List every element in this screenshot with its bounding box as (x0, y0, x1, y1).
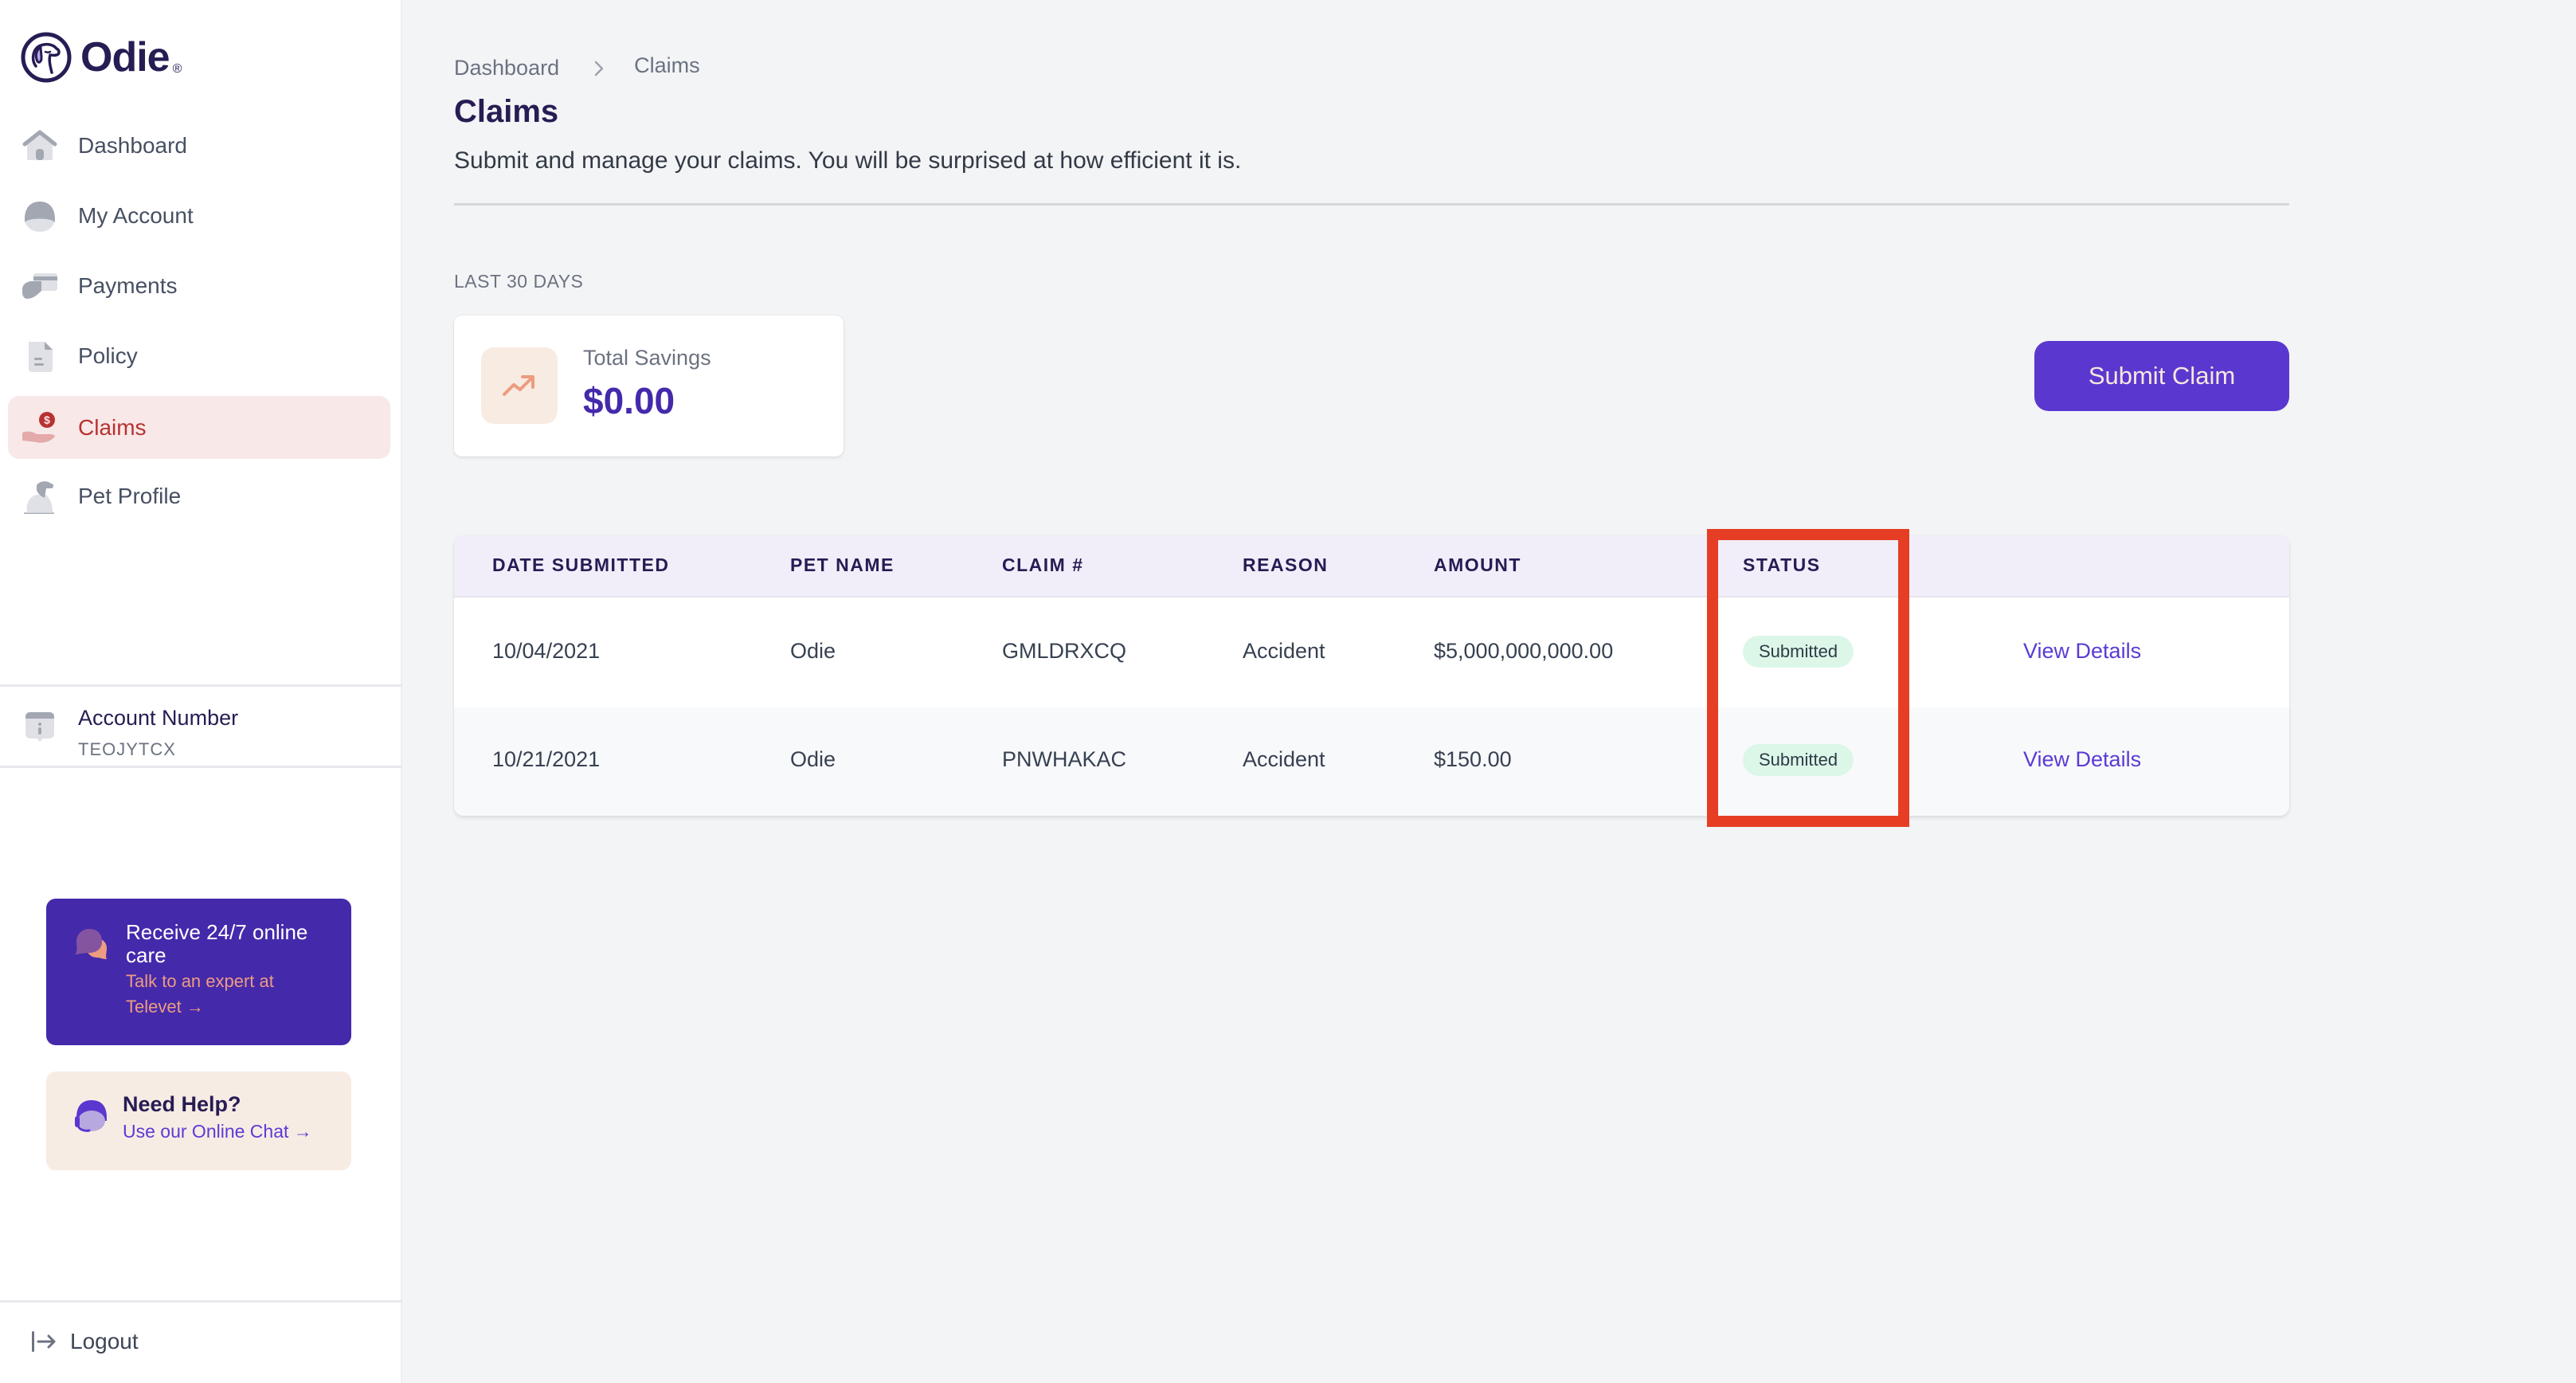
cell-claim-number: PNWHAKAC (1002, 747, 1127, 771)
sidebar-item-claims[interactable]: $ Claims (8, 396, 390, 459)
document-icon (29, 342, 53, 372)
period-label: LAST 30 DAYS (454, 271, 584, 292)
logout-label: Logout (70, 1329, 139, 1354)
total-savings-label: Total Savings (583, 346, 711, 370)
sidebar-item-label: Dashboard (78, 132, 187, 158)
table-row: 10/21/2021 Odie PNWHAKAC Accident $150.0… (454, 707, 2289, 816)
credit-card-icon (22, 273, 57, 299)
cell-pet-name: Odie (790, 747, 836, 771)
cell-reason: Accident (1243, 639, 1325, 663)
sidebar-item-my-account[interactable]: My Account (8, 184, 390, 247)
page-subtitle: Submit and manage your claims. You will … (454, 147, 1242, 174)
header-divider (454, 203, 2289, 206)
breadcrumb-claims: Claims (634, 53, 700, 77)
view-details-link[interactable]: View Details (2023, 639, 2141, 664)
hand-coin-icon: $ (22, 412, 55, 443)
breadcrumb-dashboard[interactable]: Dashboard (454, 56, 559, 80)
info-card-icon (25, 712, 54, 742)
account-number-label: Account Number (78, 706, 239, 730)
cell-date: 10/21/2021 (492, 747, 601, 771)
column-header-date: DATE SUBMITTED (492, 554, 670, 575)
sidebar-item-dashboard[interactable]: Dashboard (8, 114, 390, 177)
table-row: 10/04/2021 Odie GMLDRXCQ Accident $5,000… (454, 599, 2289, 707)
dog-icon (24, 481, 54, 514)
online-chat-link[interactable]: Use our Online Chat → (123, 1121, 312, 1142)
cell-pet-name: Odie (790, 639, 836, 663)
table-header: DATE SUBMITTED PET NAME CLAIM # REASON A… (454, 535, 2289, 597)
televet-title: Receive 24/7 online care (126, 920, 308, 967)
chevron-right-icon (594, 61, 604, 76)
submit-claim-button[interactable]: Submit Claim (2034, 341, 2289, 411)
televet-promo-card[interactable]: Receive 24/7 online care Talk to an expe… (46, 899, 351, 1045)
registered-mark: ® (172, 62, 182, 76)
status-badge: Submitted (1743, 744, 1854, 776)
televet-link[interactable]: Talk to an expert at Televet → (126, 969, 333, 1020)
total-savings-value: $0.00 (583, 380, 675, 421)
sidebar-item-label: Policy (78, 343, 138, 368)
breadcrumb: Dashboard Claims (454, 53, 700, 80)
cell-claim-number: GMLDRXCQ (1002, 639, 1127, 663)
home-icon (22, 130, 57, 160)
column-header-claim-number: CLAIM # (1002, 554, 1084, 575)
sidebar-item-pet-profile[interactable]: Pet Profile (8, 464, 390, 527)
column-header-status: STATUS (1743, 554, 1821, 575)
total-savings-card: Total Savings $0.00 (454, 315, 844, 456)
page-title: Claims (454, 94, 559, 129)
sidebar: Odie ® Dashboard My Account Payments Pol… (0, 0, 402, 1383)
trending-up-icon (503, 375, 534, 396)
sidebar-item-label: Pet Profile (78, 483, 182, 508)
brand-name: Odie (80, 34, 170, 80)
dog-logo-icon (21, 32, 72, 83)
sidebar-item-policy[interactable]: Policy (8, 324, 390, 387)
sidebar-item-label: Payments (78, 272, 178, 298)
view-details-link[interactable]: View Details (2023, 747, 2141, 772)
column-header-reason: REASON (1243, 554, 1329, 575)
column-header-pet-name: PET NAME (790, 554, 895, 575)
help-title: Need Help? (123, 1092, 241, 1116)
sidebar-divider (0, 1300, 402, 1303)
sidebar-item-payments[interactable]: Payments (8, 254, 390, 317)
svg-text:$: $ (44, 413, 50, 426)
column-header-amount: AMOUNT (1434, 554, 1521, 575)
sidebar-item-label: My Account (78, 202, 194, 228)
brand-logo[interactable]: Odie ® (20, 30, 182, 84)
logout-icon (32, 1331, 56, 1352)
account-number-value: TEOJYTCX (78, 739, 176, 759)
sidebar-divider (0, 766, 402, 768)
cell-amount: $150.00 (1434, 747, 1512, 771)
logout-button[interactable]: Logout (30, 1326, 139, 1358)
headset-support-icon (75, 1100, 107, 1132)
status-badge: Submitted (1743, 636, 1854, 668)
cell-reason: Accident (1243, 747, 1325, 771)
sidebar-item-label: Claims (78, 414, 147, 440)
account-number-block: Account Number TEOJYTCX (0, 687, 402, 766)
claims-table: DATE SUBMITTED PET NAME CLAIM # REASON A… (454, 535, 2289, 816)
chat-bubbles-icon (75, 929, 107, 959)
cell-amount: $5,000,000,000.00 (1434, 639, 1614, 663)
user-icon (25, 202, 55, 232)
savings-icon-box (481, 347, 558, 424)
cell-date: 10/04/2021 (492, 639, 601, 663)
help-promo-card[interactable]: Need Help? Use our Online Chat → (46, 1072, 351, 1170)
